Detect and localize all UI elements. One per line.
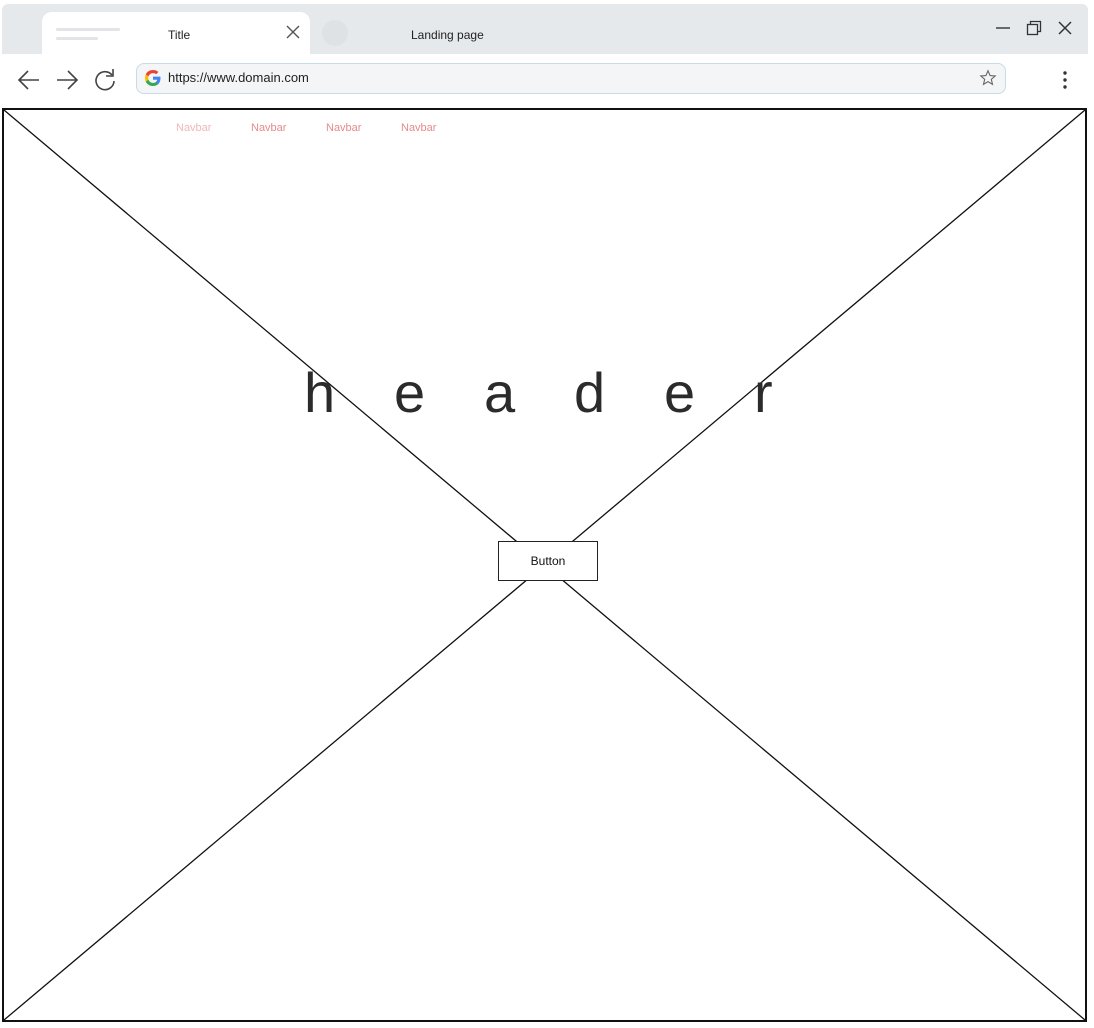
- navbar-item-2[interactable]: Navbar: [251, 122, 286, 134]
- primary-button[interactable]: Button: [498, 541, 598, 581]
- address-bar[interactable]: https://www.domain.com: [136, 63, 1006, 94]
- header-letter: h: [304, 361, 336, 424]
- browser-toolbar: https://www.domain.com: [2, 54, 1088, 108]
- star-icon[interactable]: [979, 69, 997, 87]
- kebab-menu-icon[interactable]: [1056, 68, 1074, 92]
- header-letter: e: [664, 361, 696, 424]
- header-letter: r: [754, 361, 773, 424]
- arrow-left-icon[interactable]: [16, 67, 42, 93]
- page-viewport: Navbar Navbar Navbar Navbar header Butto…: [2, 108, 1087, 1022]
- restore-icon[interactable]: [1025, 19, 1043, 37]
- page-header: header: [304, 360, 844, 425]
- header-letter: d: [574, 361, 606, 424]
- tab-bar: Title Landing page: [2, 4, 1088, 54]
- close-window-icon[interactable]: [1056, 19, 1074, 37]
- reload-icon[interactable]: [92, 67, 118, 93]
- minimize-icon[interactable]: [994, 19, 1012, 37]
- header-letter: a: [484, 361, 516, 424]
- tab-favicon-placeholder: [56, 28, 122, 42]
- navbar-item-4[interactable]: Navbar: [401, 122, 436, 134]
- new-tab-button[interactable]: [322, 20, 348, 46]
- url-text: https://www.domain.com: [168, 70, 309, 85]
- google-icon: [145, 70, 161, 86]
- navbar-item-3[interactable]: Navbar: [326, 122, 361, 134]
- tab-landing-page[interactable]: Landing page: [411, 28, 484, 42]
- close-tab-icon[interactable]: [284, 23, 302, 41]
- navbar-item-1[interactable]: Navbar: [176, 122, 211, 134]
- tab-active[interactable]: Title: [42, 12, 310, 54]
- tab-title: Title: [168, 28, 191, 42]
- arrow-right-icon[interactable]: [54, 67, 80, 93]
- header-letter: e: [394, 361, 426, 424]
